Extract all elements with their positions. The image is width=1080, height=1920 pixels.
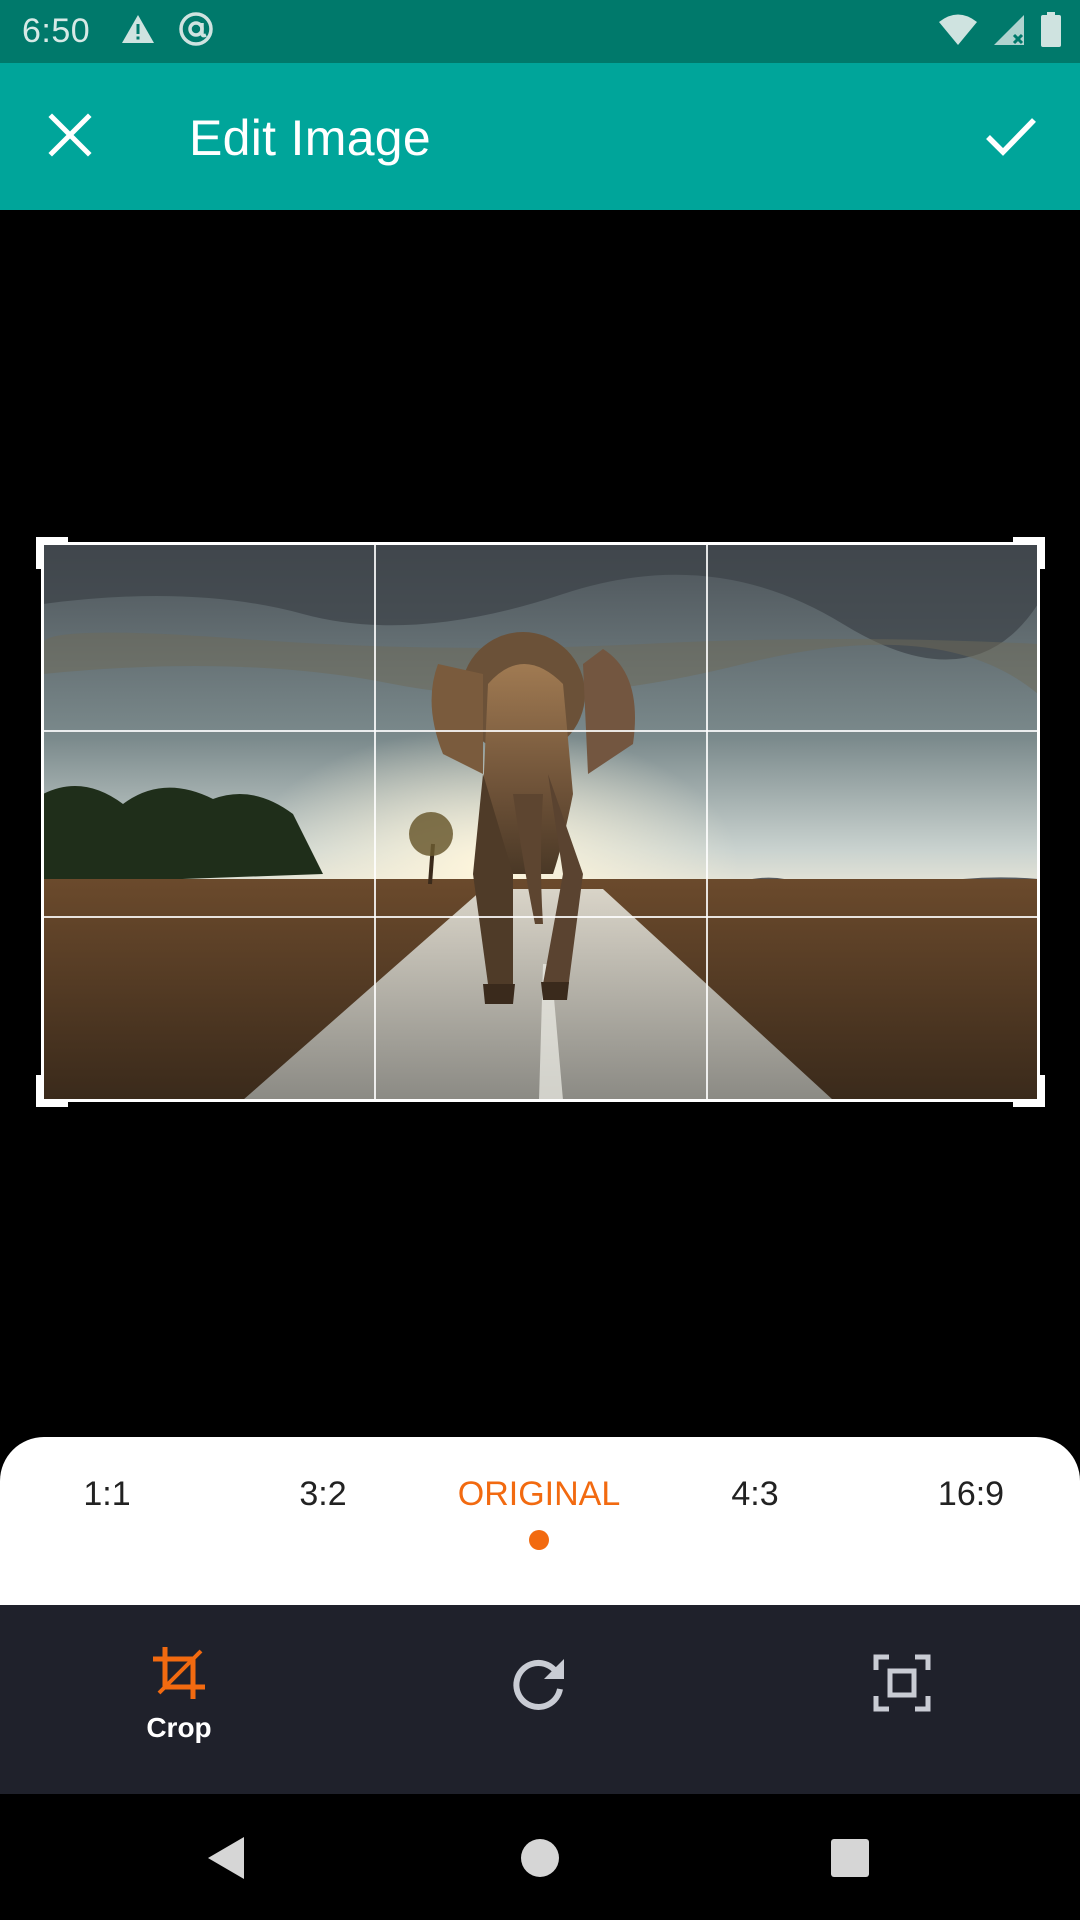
status-notification-icons <box>120 11 214 52</box>
ratio-option-1-1[interactable]: 1:1 <box>7 1475 207 1514</box>
status-time: 6:50 <box>22 12 91 50</box>
ratio-option-4-3[interactable]: 4:3 <box>655 1475 855 1514</box>
fit-screen-button[interactable] <box>864 1647 940 1723</box>
close-button[interactable] <box>40 107 100 167</box>
home-icon <box>520 1838 560 1883</box>
at-sign-icon <box>178 11 214 52</box>
back-icon <box>204 1835 248 1886</box>
rotate-button[interactable] <box>502 1647 578 1723</box>
recents-icon <box>830 1838 870 1883</box>
battery-icon <box>1040 12 1062 53</box>
crop-tool-button[interactable]: Crop <box>129 1645 229 1744</box>
grid-line-vertical-1 <box>374 545 376 1099</box>
close-icon <box>48 112 92 162</box>
ratio-option-16-9[interactable]: 16:9 <box>871 1475 1071 1514</box>
crop-tool-label: Crop <box>146 1712 212 1743</box>
ratio-option-original[interactable]: ORIGINAL <box>439 1475 639 1514</box>
crop-handle-top-left[interactable] <box>36 537 68 569</box>
confirm-button[interactable] <box>978 105 1044 171</box>
fit-screen-icon <box>873 1654 931 1717</box>
check-icon <box>985 116 1037 161</box>
image-canvas <box>0 210 1080 1438</box>
nav-back-button[interactable] <box>196 1830 256 1890</box>
crop-frame[interactable] <box>36 537 1045 1107</box>
wifi-icon <box>938 13 978 52</box>
system-nav-bar <box>0 1794 1080 1920</box>
grid-line-horizontal-2 <box>44 916 1037 918</box>
nav-home-button[interactable] <box>510 1830 570 1890</box>
page-title: Edit Image <box>189 110 432 166</box>
crop-handle-top-right[interactable] <box>1013 537 1045 569</box>
app-bar: Edit Image <box>0 63 1080 210</box>
nav-recents-button[interactable] <box>820 1830 880 1890</box>
rotate-icon <box>510 1653 570 1718</box>
tool-bar: Crop <box>0 1605 1080 1794</box>
status-system-icons <box>938 12 1062 53</box>
grid-line-vertical-2 <box>706 545 708 1099</box>
crop-handle-bottom-right[interactable] <box>1013 1075 1045 1107</box>
signal-icon <box>992 13 1026 52</box>
ratio-option-3-2[interactable]: 3:2 <box>223 1475 423 1514</box>
selected-ratio-indicator <box>529 1530 549 1550</box>
aspect-ratio-bar: 1:1 3:2 ORIGINAL 4:3 16:9 <box>0 1437 1080 1605</box>
grid-line-horizontal-1 <box>44 730 1037 732</box>
crop-handle-bottom-left[interactable] <box>36 1075 68 1107</box>
warning-icon <box>120 13 156 50</box>
status-bar: 6:50 <box>0 0 1080 63</box>
crop-icon <box>151 1645 207 1706</box>
